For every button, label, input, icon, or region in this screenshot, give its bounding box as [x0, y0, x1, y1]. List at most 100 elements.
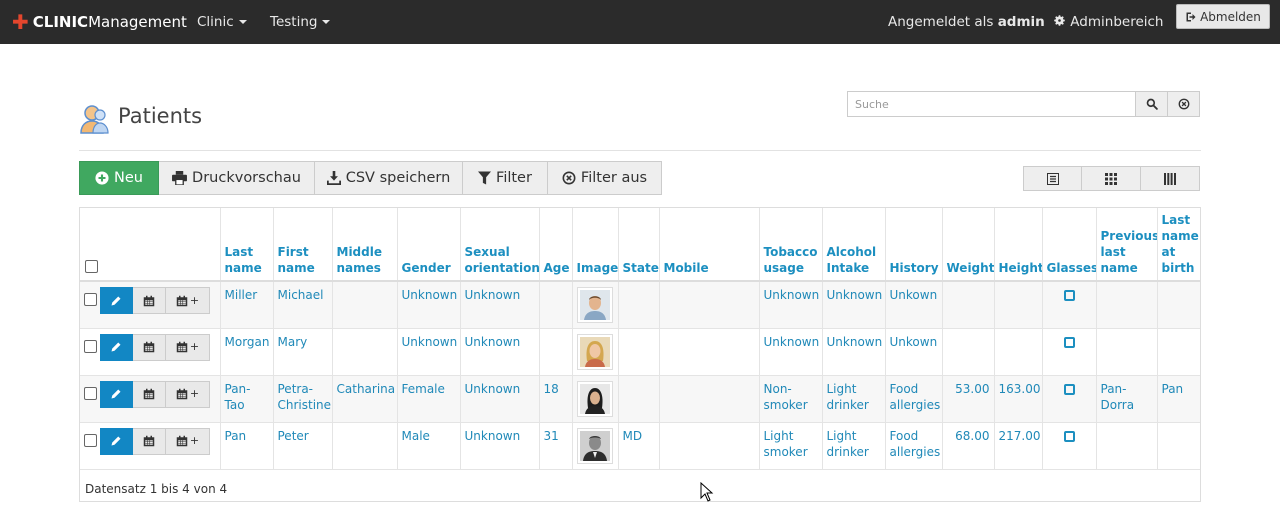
edit-button[interactable]: [100, 287, 133, 314]
cell-weight[interactable]: 53.00: [942, 375, 995, 423]
filter-off-button[interactable]: Filter aus: [548, 161, 662, 195]
edit-button[interactable]: [100, 380, 133, 408]
col-mobile[interactable]: Mobile: [659, 208, 760, 282]
patient-photo[interactable]: [576, 380, 613, 417]
select-all-checkbox[interactable]: [85, 260, 98, 273]
menu-testing[interactable]: Testing: [270, 14, 331, 30]
cell-history[interactable]: Unkown: [885, 328, 943, 376]
add-appointment-button[interactable]: +: [166, 380, 210, 408]
cell-previous-last-name[interactable]: [1096, 328, 1158, 376]
col-sexual-orientation[interactable]: Sexual orientation: [460, 208, 540, 282]
patient-photo[interactable]: [576, 427, 613, 464]
cell-sexual-orientation[interactable]: Unknown: [460, 422, 540, 470]
cell-mobile[interactable]: [659, 281, 760, 329]
table-row[interactable]: + Miller Michael Unknown Unknown Unknown Unkno…: [80, 281, 1200, 329]
cell-mobile[interactable]: [659, 422, 760, 470]
csv-save-button[interactable]: CSV speichern: [315, 161, 463, 195]
cell-state[interactable]: [618, 281, 660, 329]
col-history[interactable]: History: [885, 208, 943, 282]
cell-height[interactable]: 163.00: [994, 375, 1043, 423]
table-row[interactable]: + Pan-Tao Petra-Christine Catharina Female Un…: [80, 375, 1200, 423]
cell-tobacco[interactable]: Light smoker: [759, 422, 823, 470]
cell-first-name[interactable]: Mary: [273, 328, 333, 376]
cell-gender[interactable]: Female: [397, 375, 461, 423]
row-checkbox[interactable]: [84, 339, 97, 353]
cell-age[interactable]: [539, 281, 573, 329]
col-tobacco[interactable]: Tobacco usage: [759, 208, 823, 282]
cell-height[interactable]: [994, 328, 1043, 376]
brand-logo[interactable]: ✚ CLINIC Management: [12, 12, 187, 32]
cell-middle-names[interactable]: [332, 328, 398, 376]
cell-first-name[interactable]: Peter: [273, 422, 333, 470]
cell-alcohol[interactable]: Light drinker: [822, 375, 886, 423]
cell-mobile[interactable]: [659, 375, 760, 423]
cell-last-name-at-birth[interactable]: Pan: [1157, 375, 1200, 423]
cell-gender[interactable]: Unknown: [397, 281, 461, 329]
search-button[interactable]: [1135, 91, 1168, 117]
cell-sexual-orientation[interactable]: Unknown: [460, 328, 540, 376]
patient-photo[interactable]: [576, 287, 613, 323]
cell-age[interactable]: 31: [539, 422, 573, 470]
add-appointment-button[interactable]: +: [166, 287, 210, 314]
cell-last-name-at-birth[interactable]: [1157, 281, 1200, 329]
col-gender[interactable]: Gender: [397, 208, 461, 282]
cell-sexual-orientation[interactable]: Unknown: [460, 375, 540, 423]
cell-last-name[interactable]: Morgan: [220, 328, 274, 376]
add-appointment-button[interactable]: +: [166, 333, 210, 361]
filter-button[interactable]: Filter: [463, 161, 548, 195]
cell-weight[interactable]: [942, 281, 995, 329]
cell-weight[interactable]: 68.00: [942, 422, 995, 470]
glasses-checkbox[interactable]: [1063, 430, 1075, 442]
menu-clinic[interactable]: Clinic: [197, 14, 247, 30]
edit-button[interactable]: [100, 333, 133, 361]
cell-weight[interactable]: [942, 328, 995, 376]
edit-button[interactable]: [100, 427, 133, 455]
col-alcohol[interactable]: Alcohol Intake: [822, 208, 886, 282]
cell-tobacco[interactable]: Unknown: [759, 328, 823, 376]
row-checkbox[interactable]: [84, 433, 97, 447]
cell-last-name[interactable]: Pan-Tao: [220, 375, 274, 423]
clear-search-button[interactable]: [1167, 91, 1200, 117]
cell-history[interactable]: Unkown: [885, 281, 943, 329]
col-last-name-at-birth[interactable]: Last name at birth: [1157, 208, 1200, 282]
table-row[interactable]: + Pan Peter Male Unknown 31 MD Light smoker Ligh…: [80, 422, 1200, 470]
glasses-checkbox[interactable]: [1063, 290, 1075, 301]
cell-gender[interactable]: Male: [397, 422, 461, 470]
glasses-checkbox[interactable]: [1063, 383, 1075, 395]
logout-button[interactable]: Abmelden: [1176, 4, 1270, 29]
calendar-button[interactable]: [133, 380, 166, 408]
col-age[interactable]: Age: [539, 208, 573, 282]
cell-sexual-orientation[interactable]: Unknown: [460, 281, 540, 329]
calendar-button[interactable]: [133, 287, 166, 314]
cell-state[interactable]: [618, 375, 660, 423]
row-checkbox[interactable]: [84, 386, 97, 400]
print-preview-button[interactable]: Druckvorschau: [159, 161, 315, 195]
cell-age[interactable]: 18: [539, 375, 573, 423]
cell-last-name-at-birth[interactable]: [1157, 422, 1200, 470]
cell-history[interactable]: Food allergies: [885, 375, 943, 423]
cell-last-name[interactable]: Pan: [220, 422, 274, 470]
list-view-button[interactable]: [1023, 166, 1082, 191]
cell-middle-names[interactable]: [332, 281, 398, 329]
cell-first-name[interactable]: Petra-Christine: [273, 375, 333, 423]
cell-previous-last-name[interactable]: [1096, 422, 1158, 470]
cell-tobacco[interactable]: Non-smoker: [759, 375, 823, 423]
glasses-checkbox[interactable]: [1063, 336, 1075, 348]
search-input[interactable]: [847, 91, 1136, 117]
cell-last-name[interactable]: Miller: [220, 281, 274, 329]
cell-alcohol[interactable]: Light drinker: [822, 422, 886, 470]
col-weight[interactable]: Weight: [942, 208, 995, 282]
col-glasses[interactable]: Glasses: [1042, 208, 1097, 282]
column-view-button[interactable]: [1141, 166, 1200, 191]
col-first-name[interactable]: First name: [273, 208, 333, 282]
cell-alcohol[interactable]: Unknown: [822, 281, 886, 329]
cell-history[interactable]: Food allergies: [885, 422, 943, 470]
calendar-button[interactable]: [133, 427, 166, 455]
table-row[interactable]: + Morgan Mary Unknown Unknown Unknown Unknown U…: [80, 328, 1200, 376]
new-button[interactable]: Neu: [79, 161, 159, 195]
col-image[interactable]: Image: [572, 208, 619, 282]
cell-previous-last-name[interactable]: [1096, 281, 1158, 329]
cell-age[interactable]: [539, 328, 573, 376]
cell-previous-last-name[interactable]: Pan-Dorra: [1096, 375, 1158, 423]
calendar-button[interactable]: [133, 333, 166, 361]
